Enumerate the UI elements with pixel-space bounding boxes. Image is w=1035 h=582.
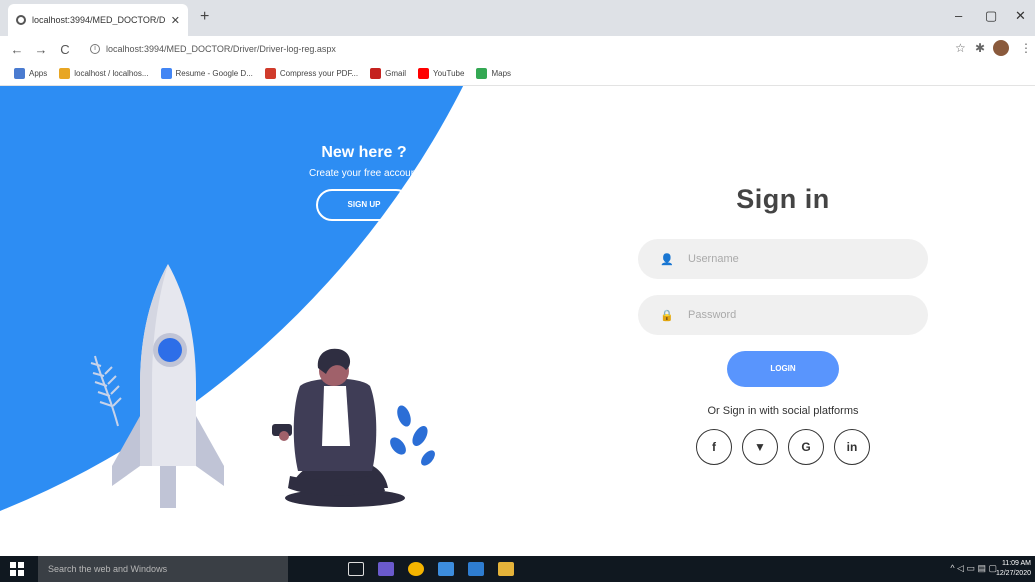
signup-panel: New here ? Create your free account SIGN… <box>254 144 474 221</box>
menu-icon[interactable]: ⋮ <box>1020 41 1032 55</box>
bookmark-star-icon[interactable]: ☆ <box>955 41 966 55</box>
bookmark-youtube[interactable]: YouTube <box>418 68 464 79</box>
social-buttons: f ▼ G in <box>638 429 928 465</box>
profile-avatar[interactable] <box>993 40 1009 56</box>
task-view-icon[interactable] <box>348 562 364 576</box>
extensions-icon[interactable]: ✱ <box>975 41 985 55</box>
clock-time: 11:09 AM <box>1001 560 1031 567</box>
bookmark-gmail[interactable]: Gmail <box>370 68 406 79</box>
youtube-icon <box>418 68 430 79</box>
windows-start-icon[interactable] <box>10 562 24 576</box>
taskbar: Search the web and Windows ^ ◁ ▭ ▤ ▢ 11:… <box>0 556 1035 582</box>
visual-studio-icon[interactable] <box>378 562 394 576</box>
signin-title: Sign in <box>736 184 830 214</box>
chrome-icon[interactable] <box>408 562 424 576</box>
password-input[interactable] <box>688 309 908 321</box>
lock-icon: 🔒 <box>660 309 674 322</box>
password-field[interactable]: 🔒 <box>638 295 928 335</box>
clock-date: 12/27/2020 <box>995 570 1031 577</box>
bookmark-maps[interactable]: Maps <box>476 68 511 79</box>
tab-title: localhost:3994/MED_DOCTOR/D... <box>32 15 165 25</box>
maps-icon <box>476 68 488 79</box>
close-tab-icon[interactable]: ✕ <box>171 14 180 27</box>
window-close-icon[interactable]: ✕ <box>1015 8 1026 24</box>
globe-icon <box>16 15 26 25</box>
new-tab-icon[interactable]: + <box>200 8 209 26</box>
bookmark-localhost[interactable]: localhost / localhos... <box>59 68 149 79</box>
user-icon: 👤 <box>660 253 674 266</box>
panel-subtitle: Create your free account <box>308 168 420 179</box>
screen: localhost:3994/MED_DOCTOR/D... ✕ + – ▢ ✕… <box>0 0 1035 582</box>
panel-title: New here ? <box>321 144 407 161</box>
reload-icon[interactable]: C <box>58 42 72 57</box>
browser-toolbar: ← → C i localhost:3994/MED_DOCTOR/Driver… <box>0 36 1035 62</box>
system-tray-icons[interactable]: ^ ◁ ▭ ▤ ▢ <box>950 563 997 574</box>
minimize-icon[interactable]: – <box>955 8 962 23</box>
rocket-icon <box>112 264 224 508</box>
username-input[interactable] <box>688 253 908 265</box>
pdf-icon <box>264 68 276 79</box>
back-icon[interactable]: ← <box>10 42 24 57</box>
apps-grid-icon <box>14 68 25 79</box>
twitter-icon[interactable]: ▼ <box>742 429 778 465</box>
info-icon[interactable]: i <box>90 44 100 54</box>
signin-form: Sign in 👤 🔒 LOGIN Or Sign in with social… <box>638 184 928 465</box>
folder-icon <box>59 68 71 79</box>
bookmark-resume[interactable]: Resume - Google D... <box>160 68 253 79</box>
file-explorer-icon[interactable] <box>438 562 454 576</box>
fern-icon <box>90 355 122 427</box>
tab-strip: localhost:3994/MED_DOCTOR/D... ✕ + – ▢ ✕ <box>0 0 1035 36</box>
username-field[interactable]: 👤 <box>638 239 928 279</box>
page-content: New here ? Create your free account SIGN… <box>0 86 1035 556</box>
signup-button[interactable]: SIGN UP <box>316 189 412 221</box>
blue-panel: New here ? Create your free account SIGN… <box>0 86 560 556</box>
address-bar[interactable]: i localhost:3994/MED_DOCTOR/Driver/Drive… <box>90 38 950 60</box>
bookmark-apps[interactable]: Apps <box>14 68 47 79</box>
bookmark-compress-pdf[interactable]: Compress your PDF... <box>264 68 358 79</box>
gmail-icon <box>370 68 382 79</box>
taskbar-search[interactable]: Search the web and Windows <box>38 556 288 582</box>
plant-icon <box>390 405 435 466</box>
restore-icon[interactable]: ▢ <box>985 8 997 24</box>
bookmarks-bar: Apps localhost / localhos... Resume - Go… <box>0 62 1035 86</box>
google-icon[interactable]: G <box>788 429 824 465</box>
docs-icon <box>160 68 172 79</box>
social-text: Or Sign in with social platforms <box>707 405 859 417</box>
paint-icon[interactable] <box>498 562 514 576</box>
url-text[interactable]: localhost:3994/MED_DOCTOR/Driver/Driver-… <box>106 44 336 54</box>
browser-tab[interactable]: localhost:3994/MED_DOCTOR/D... ✕ <box>8 4 188 36</box>
forward-icon[interactable]: → <box>34 42 48 57</box>
login-button[interactable]: LOGIN <box>727 351 839 387</box>
linkedin-icon[interactable]: in <box>834 429 870 465</box>
clock[interactable]: 11:09 AM 12/27/2020 <box>996 559 1031 579</box>
person-icon <box>272 348 388 496</box>
facebook-icon[interactable]: f <box>696 429 732 465</box>
store-icon[interactable] <box>468 562 484 576</box>
